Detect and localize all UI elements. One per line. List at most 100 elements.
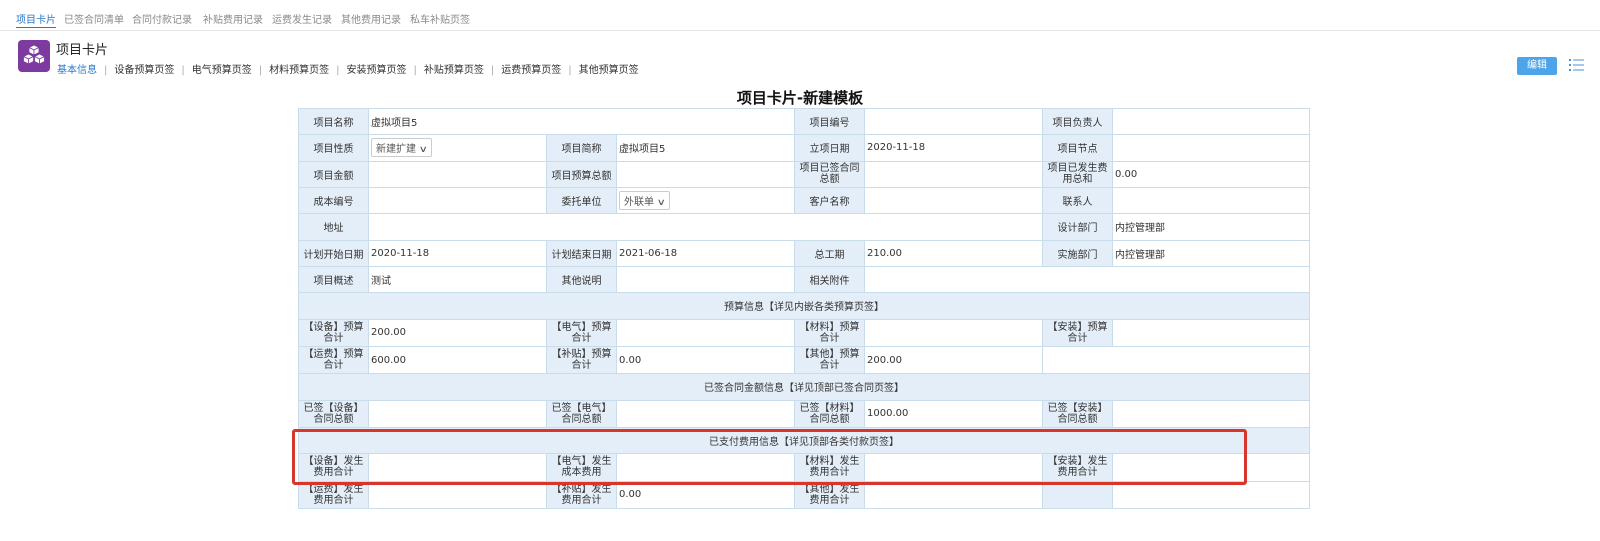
value-expense-total[interactable]: 0.00 [1112, 160, 1310, 188]
chevron-down-icon: ∨ [656, 198, 666, 209]
value-setup-date[interactable]: 2020-11-18 [864, 134, 1043, 162]
label-paid-equipment: 【设备】发生费用合计 [298, 453, 369, 482]
value-budget-subsidy[interactable]: 0.00 [616, 345, 795, 375]
value-paid-subsidy[interactable]: 0.00 [616, 480, 795, 510]
value-project-manager[interactable] [1112, 107, 1310, 136]
project-card-form: 项目名称 虚拟项目5 项目编号 项目负责人 项目性质 新建扩建 ∨ 项目简称 虚拟… [298, 107, 1310, 510]
value-design-dept[interactable]: 内控管理部 [1112, 213, 1310, 241]
value-budget-equipment[interactable]: 200.00 [368, 318, 547, 347]
label-total-days: 总工期 [794, 239, 865, 267]
label-expense-total: 项目已发生费用总和 [1042, 160, 1113, 188]
value-budget-total[interactable] [616, 160, 795, 188]
label-design-dept: 设计部门 [1042, 213, 1113, 241]
label-budget-total: 项目预算总额 [546, 160, 617, 188]
value-paid-other[interactable] [864, 480, 1043, 510]
label-signed-equipment: 已签【设备】合同总额 [298, 399, 369, 428]
cubes-icon [18, 40, 50, 72]
subtab-electrical-budget[interactable]: 电气预算页签 [192, 61, 252, 76]
value-budget-other[interactable]: 200.00 [864, 345, 1043, 375]
value-project-amount[interactable] [368, 160, 547, 188]
label-paid-install: 【安装】发生费用合计 [1042, 453, 1113, 482]
value-client-name[interactable] [864, 186, 1043, 215]
project-nature-select[interactable]: 新建扩建 ∨ [371, 138, 432, 158]
value-project-node[interactable] [1112, 134, 1310, 162]
value-budget-electrical[interactable] [616, 318, 795, 347]
value-paid-equipment[interactable] [368, 453, 547, 482]
value-signed-material[interactable]: 1000.00 [864, 399, 1043, 428]
label-paid-freight: 【运费】发生费用合计 [298, 480, 369, 510]
value-paid-material[interactable] [864, 453, 1043, 482]
value-signed-total[interactable] [864, 160, 1043, 188]
label-signed-total: 项目已签合同总额 [794, 160, 865, 188]
tab-freight-records[interactable]: 运费发生记录 [272, 11, 332, 26]
value-paid-freight[interactable] [368, 480, 547, 510]
value-paid-install[interactable] [1112, 453, 1310, 482]
list-icon[interactable] [1569, 58, 1584, 72]
label-project-short: 项目简称 [546, 134, 617, 162]
value-signed-install[interactable] [1112, 399, 1310, 428]
card-title: 项目卡片 [56, 43, 109, 58]
value-total-days[interactable]: 210.00 [864, 239, 1043, 267]
sub-tabs: 基本信息 | 设备预算页签 | 电气预算页签 | 材料预算页签 | 安装预算页签 | 补贴预算页签 |… [57, 61, 639, 76]
value-contact[interactable] [1112, 186, 1310, 215]
label-plan-start: 计划开始日期 [298, 239, 369, 267]
subtab-other-budget[interactable]: 其他预算页签 [579, 61, 639, 76]
label-budget-equipment: 【设备】预算合计 [298, 318, 369, 347]
label-project-node: 项目节点 [1042, 134, 1113, 162]
tab-other-expense-records[interactable]: 其他费用记录 [341, 11, 401, 26]
value-signed-electrical[interactable] [616, 399, 795, 428]
value-impl-dept[interactable]: 内控管理部 [1112, 239, 1310, 267]
project-nature-selected: 新建扩建 [376, 144, 416, 156]
value-plan-end[interactable]: 2021-06-18 [616, 239, 795, 267]
subtab-material-budget[interactable]: 材料预算页签 [269, 61, 329, 76]
value-project-name[interactable]: 虚拟项目5 [368, 107, 795, 136]
edit-button[interactable]: 编辑 [1517, 57, 1557, 75]
label-project-no: 项目编号 [794, 107, 865, 136]
value-signed-equipment[interactable] [368, 399, 547, 428]
tab-subsidy-records[interactable]: 补贴费用记录 [203, 11, 263, 26]
label-signed-electrical: 已签【电气】合同总额 [546, 399, 617, 428]
label-client-name: 客户名称 [794, 186, 865, 215]
label-budget-subsidy: 【补贴】预算合计 [546, 345, 617, 375]
value-paid-electrical[interactable] [616, 453, 795, 482]
value-attachments[interactable] [864, 265, 1310, 294]
subtab-equipment-budget[interactable]: 设备预算页签 [114, 61, 174, 76]
value-other-desc[interactable] [616, 265, 795, 294]
section-title-paid: 已支付费用信息【详见顶部各类付款页签】 [298, 426, 1310, 455]
value-project-nature: 新建扩建 ∨ [368, 134, 547, 162]
empty-cell [1112, 480, 1310, 510]
label-paid-material: 【材料】发生费用合计 [794, 453, 865, 482]
value-project-no[interactable] [864, 107, 1043, 136]
tab-signed-contracts[interactable]: 已签合同清单 [64, 11, 124, 26]
label-address: 地址 [298, 213, 369, 241]
subtab-subsidy-budget[interactable]: 补贴预算页签 [424, 61, 484, 76]
label-budget-electrical: 【电气】预算合计 [546, 318, 617, 347]
value-cost-no[interactable] [368, 186, 547, 215]
label-cost-no: 成本编号 [298, 186, 369, 215]
value-plan-start[interactable]: 2020-11-18 [368, 239, 547, 267]
label-project-amount: 项目金额 [298, 160, 369, 188]
value-address[interactable] [368, 213, 1043, 241]
value-entrust-unit: 外联单 ∨ [616, 186, 795, 215]
label-paid-other: 【其他】发生费用合计 [794, 480, 865, 510]
chevron-down-icon: ∨ [418, 145, 428, 156]
subtab-install-budget[interactable]: 安装预算页签 [347, 61, 407, 76]
empty-cell [1042, 345, 1310, 375]
page-heading: 项目卡片-新建模板 [736, 89, 864, 107]
label-paid-electrical: 【电气】发生成本费用 [546, 453, 617, 482]
tab-private-car-subsidy[interactable]: 私车补贴页签 [410, 11, 470, 26]
label-project-manager: 项目负责人 [1042, 107, 1113, 136]
value-project-short[interactable]: 虚拟项目5 [616, 134, 795, 162]
value-budget-freight[interactable]: 600.00 [368, 345, 547, 375]
tab-project-card[interactable]: 项目卡片 [16, 11, 56, 28]
value-overview[interactable]: 测试 [368, 265, 547, 294]
tab-contract-payments[interactable]: 合同付款记录 [132, 11, 192, 26]
subtab-freight-budget[interactable]: 运费预算页签 [501, 61, 561, 76]
label-signed-install: 已签【安装】合同总额 [1042, 399, 1113, 428]
subtab-basic-info[interactable]: 基本信息 [57, 61, 97, 76]
label-impl-dept: 实施部门 [1042, 239, 1113, 267]
entrust-unit-select[interactable]: 外联单 ∨ [619, 191, 670, 211]
value-budget-material[interactable] [864, 318, 1043, 347]
value-budget-install[interactable] [1112, 318, 1310, 347]
top-nav: 项目卡片 已签合同清单 合同付款记录 补贴费用记录 运费发生记录 其他费用记录 … [0, 0, 1600, 31]
